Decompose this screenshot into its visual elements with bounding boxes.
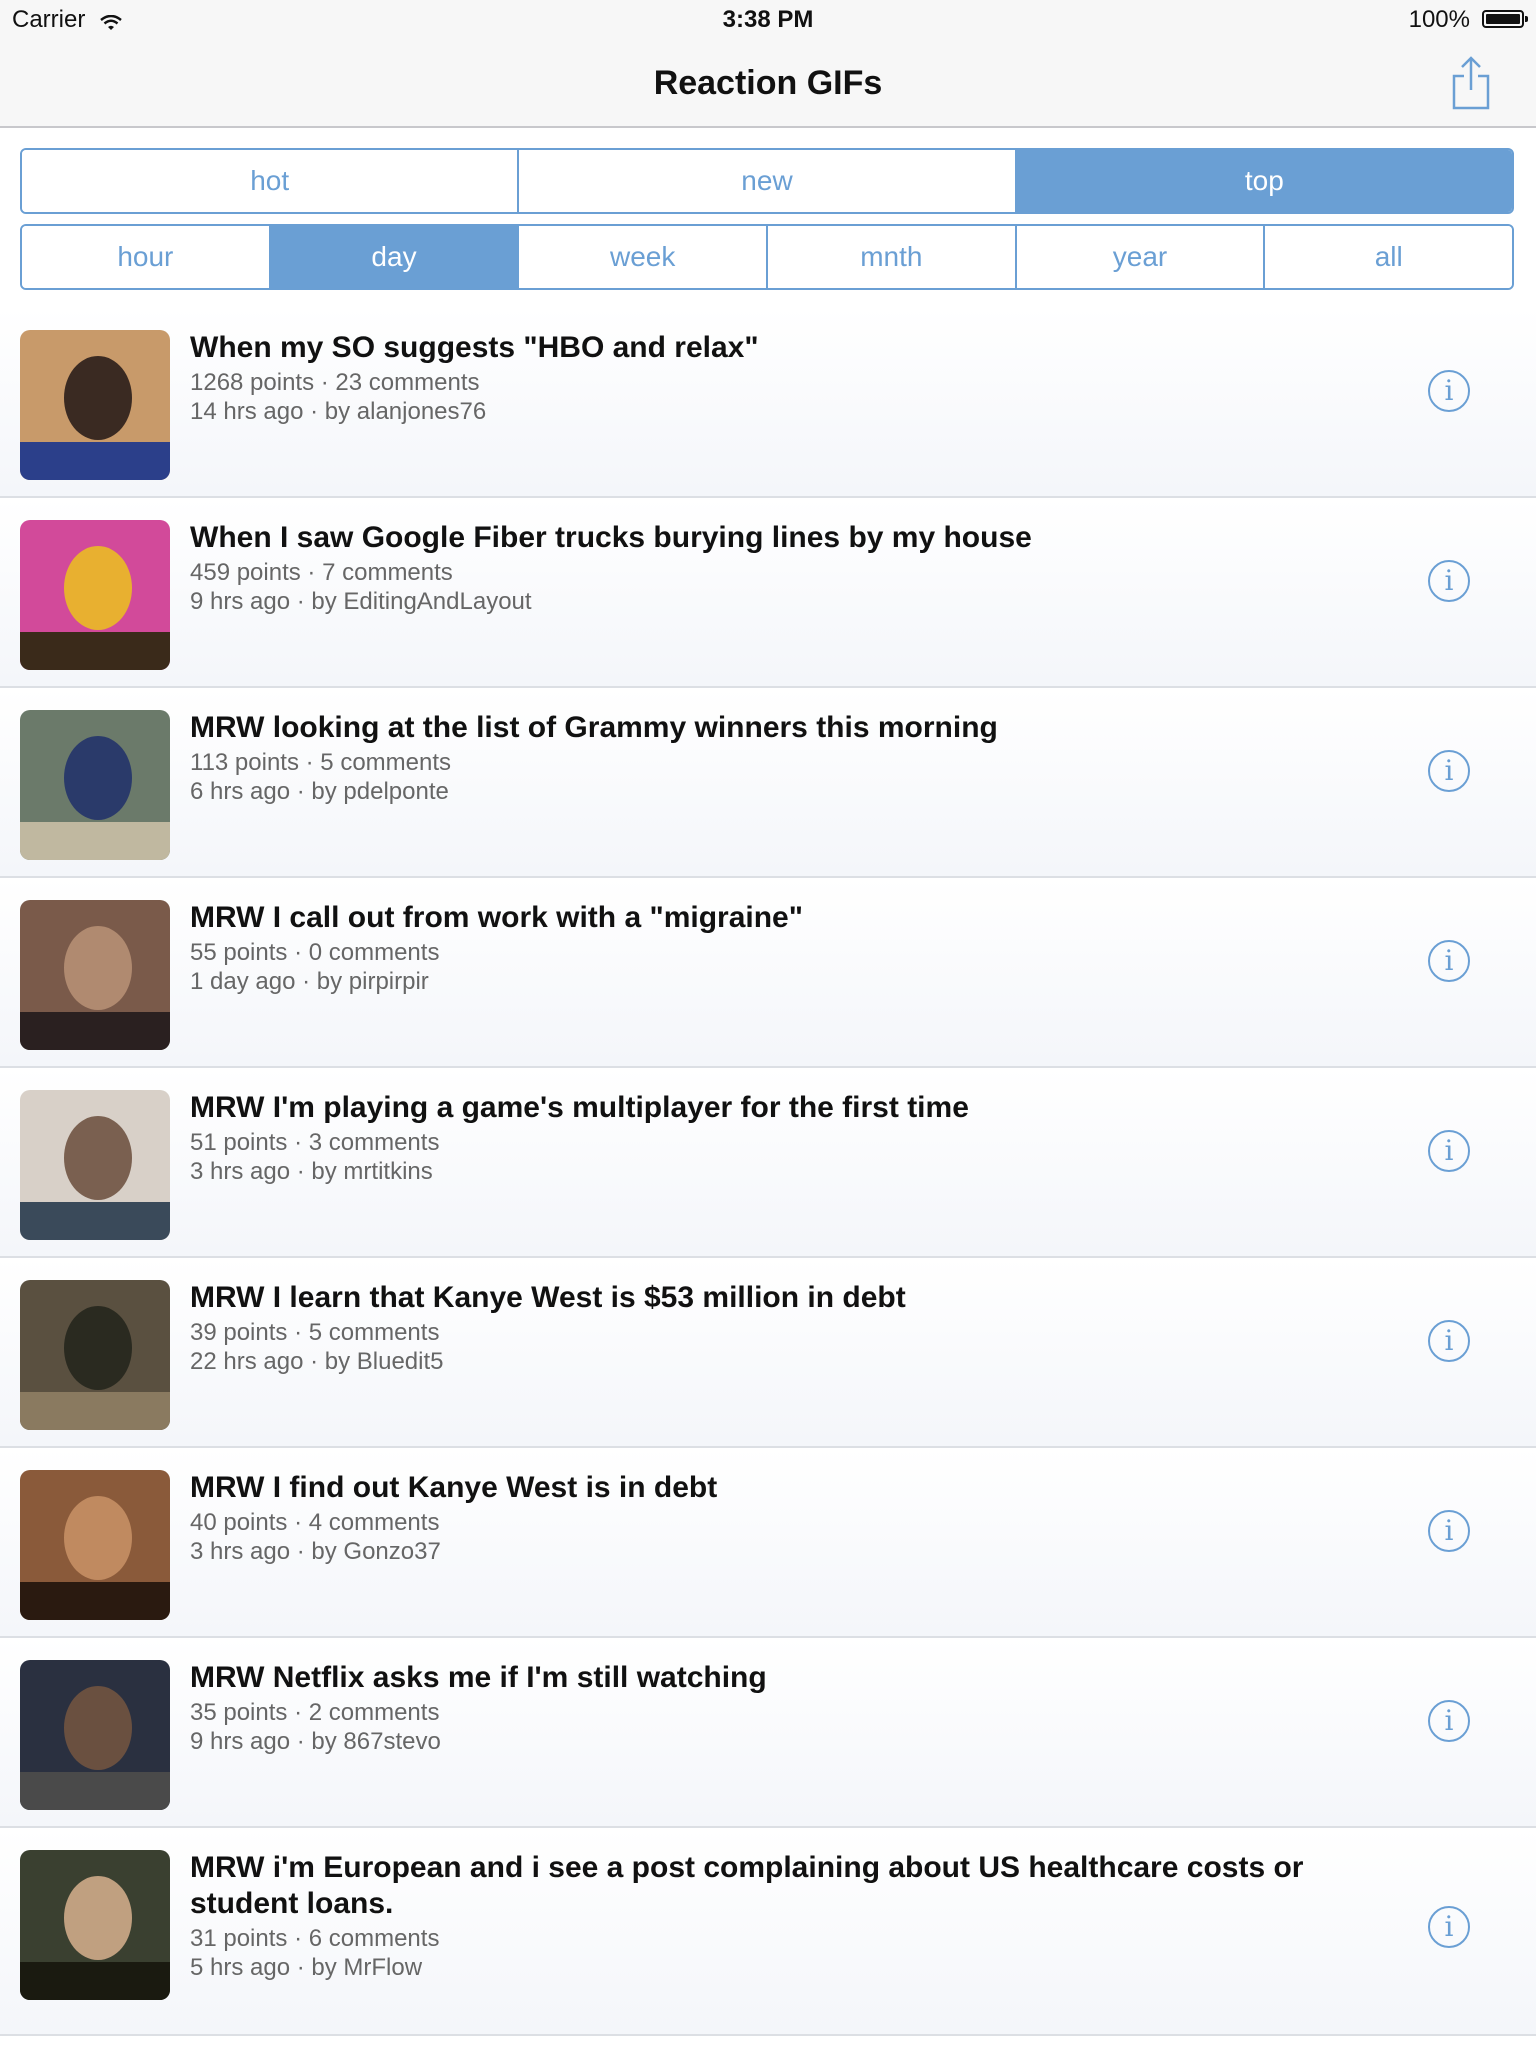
- post-thumbnail: [20, 1850, 170, 2000]
- post-list: When my SO suggests "HBO and relax" 1268 …: [0, 308, 1536, 2036]
- share-icon: [1452, 56, 1490, 110]
- time-segmented-control: hour day week mnth year all: [20, 224, 1514, 290]
- list-item[interactable]: MRW I'm playing a game's multiplayer for…: [0, 1068, 1536, 1258]
- post-title: MRW I'm playing a game's multiplayer for…: [190, 1091, 969, 1124]
- time-tab-all[interactable]: all: [1265, 226, 1512, 288]
- info-icon: i: [1444, 1134, 1454, 1167]
- post-title: MRW I call out from work with a "migrain…: [190, 901, 803, 934]
- info-button[interactable]: i: [1428, 1510, 1470, 1552]
- post-title: MRW Netflix asks me if I'm still watchin…: [190, 1661, 767, 1694]
- tab-hot[interactable]: hot: [22, 150, 520, 212]
- list-item[interactable]: When my SO suggests "HBO and relax" 1268 …: [0, 308, 1536, 498]
- info-icon: i: [1444, 564, 1454, 597]
- post-title: When I saw Google Fiber trucks burying l…: [190, 521, 1032, 554]
- time-tab-week[interactable]: week: [519, 226, 769, 288]
- list-item[interactable]: MRW I learn that Kanye West is $53 milli…: [0, 1258, 1536, 1448]
- post-points: 113 points · 5 comments: [190, 749, 452, 776]
- post-thumbnail: [20, 1090, 170, 1240]
- post-thumbnail: [20, 900, 170, 1050]
- list-item[interactable]: When I saw Google Fiber trucks burying l…: [0, 498, 1536, 688]
- post-thumbnail: [20, 330, 170, 480]
- info-button[interactable]: i: [1428, 1700, 1470, 1742]
- post-points: 459 points · 7 comments: [190, 559, 453, 586]
- post-points: 51 points · 3 comments: [190, 1129, 440, 1156]
- post-thumbnail: [20, 710, 170, 860]
- post-meta: 1 day ago · by pirpirpir: [190, 968, 429, 995]
- battery-percent: 100%: [1408, 6, 1470, 33]
- post-title: When my SO suggests "HBO and relax": [190, 331, 759, 364]
- info-icon: i: [1444, 1324, 1454, 1357]
- tab-top[interactable]: top: [1016, 150, 1512, 212]
- post-meta: 14 hrs ago · by alanjones76: [190, 398, 487, 425]
- post-meta: 5 hrs ago · by MrFlow: [190, 1954, 423, 1981]
- post-meta: 3 hrs ago · by Gonzo37: [190, 1538, 441, 1565]
- post-points: 35 points · 2 comments: [190, 1699, 440, 1726]
- navigation-bar: Reaction GIFs: [0, 40, 1536, 128]
- info-button[interactable]: i: [1428, 940, 1470, 982]
- post-title: MRW looking at the list of Grammy winner…: [190, 711, 998, 744]
- info-button[interactable]: i: [1428, 1906, 1470, 1948]
- time-tab-day[interactable]: day: [270, 226, 520, 288]
- list-item[interactable]: MRW Netflix asks me if I'm still watchin…: [0, 1638, 1536, 1828]
- post-thumbnail: [20, 1470, 170, 1620]
- post-title: MRW I find out Kanye West is in debt: [190, 1471, 718, 1504]
- list-item[interactable]: MRW I find out Kanye West is in debt 40 p…: [0, 1448, 1536, 1638]
- post-meta: 3 hrs ago · by mrtitkins: [190, 1158, 433, 1185]
- list-item[interactable]: MRW looking at the list of Grammy winner…: [0, 688, 1536, 878]
- post-points: 31 points · 6 comments: [190, 1925, 440, 1952]
- time-tab-mnth[interactable]: mnth: [768, 226, 1017, 288]
- post-points: 40 points · 4 comments: [190, 1509, 440, 1536]
- info-button[interactable]: i: [1428, 370, 1470, 412]
- time-tab-year[interactable]: year: [1016, 226, 1266, 288]
- battery-icon: [1482, 10, 1528, 28]
- post-meta: 22 hrs ago · by Bluedit5: [190, 1348, 444, 1375]
- info-icon: i: [1444, 754, 1454, 787]
- list-item[interactable]: MRW I call out from work with a "migrain…: [0, 878, 1536, 1068]
- info-button[interactable]: i: [1428, 1320, 1470, 1362]
- post-meta: 6 hrs ago · by pdelponte: [190, 778, 449, 805]
- info-icon: i: [1444, 944, 1454, 977]
- info-icon: i: [1444, 374, 1454, 407]
- info-button[interactable]: i: [1428, 560, 1470, 602]
- post-meta: 9 hrs ago · by 867stevo: [190, 1728, 441, 1755]
- sort-segmented-control: hot new top: [20, 148, 1514, 214]
- post-thumbnail: [20, 1280, 170, 1430]
- status-bar: Carrier 3:38 PM 100%: [0, 0, 1536, 40]
- page-title: Reaction GIFs: [653, 64, 883, 102]
- list-item[interactable]: MRW i'm European and i see a post compla…: [0, 1828, 1536, 2036]
- post-points: 1268 points · 23 comments: [190, 369, 480, 396]
- info-icon: i: [1444, 1704, 1454, 1737]
- post-title: MRW i'm European and i see a post compla…: [190, 1851, 1304, 1920]
- post-points: 39 points · 5 comments: [190, 1319, 440, 1346]
- info-button[interactable]: i: [1428, 750, 1470, 792]
- info-button[interactable]: i: [1428, 1130, 1470, 1172]
- post-thumbnail: [20, 520, 170, 670]
- post-title: MRW I learn that Kanye West is $53 milli…: [190, 1281, 906, 1314]
- info-icon: i: [1444, 1910, 1454, 1943]
- info-icon: i: [1444, 1514, 1454, 1547]
- post-meta: 9 hrs ago · by EditingAndLayout: [190, 588, 532, 615]
- time-tab-hour[interactable]: hour: [22, 226, 271, 288]
- share-button[interactable]: [1446, 54, 1496, 114]
- post-thumbnail: [20, 1660, 170, 1810]
- status-time: 3:38 PM: [722, 6, 814, 33]
- tab-new[interactable]: new: [519, 150, 1017, 212]
- post-points: 55 points · 0 comments: [190, 939, 440, 966]
